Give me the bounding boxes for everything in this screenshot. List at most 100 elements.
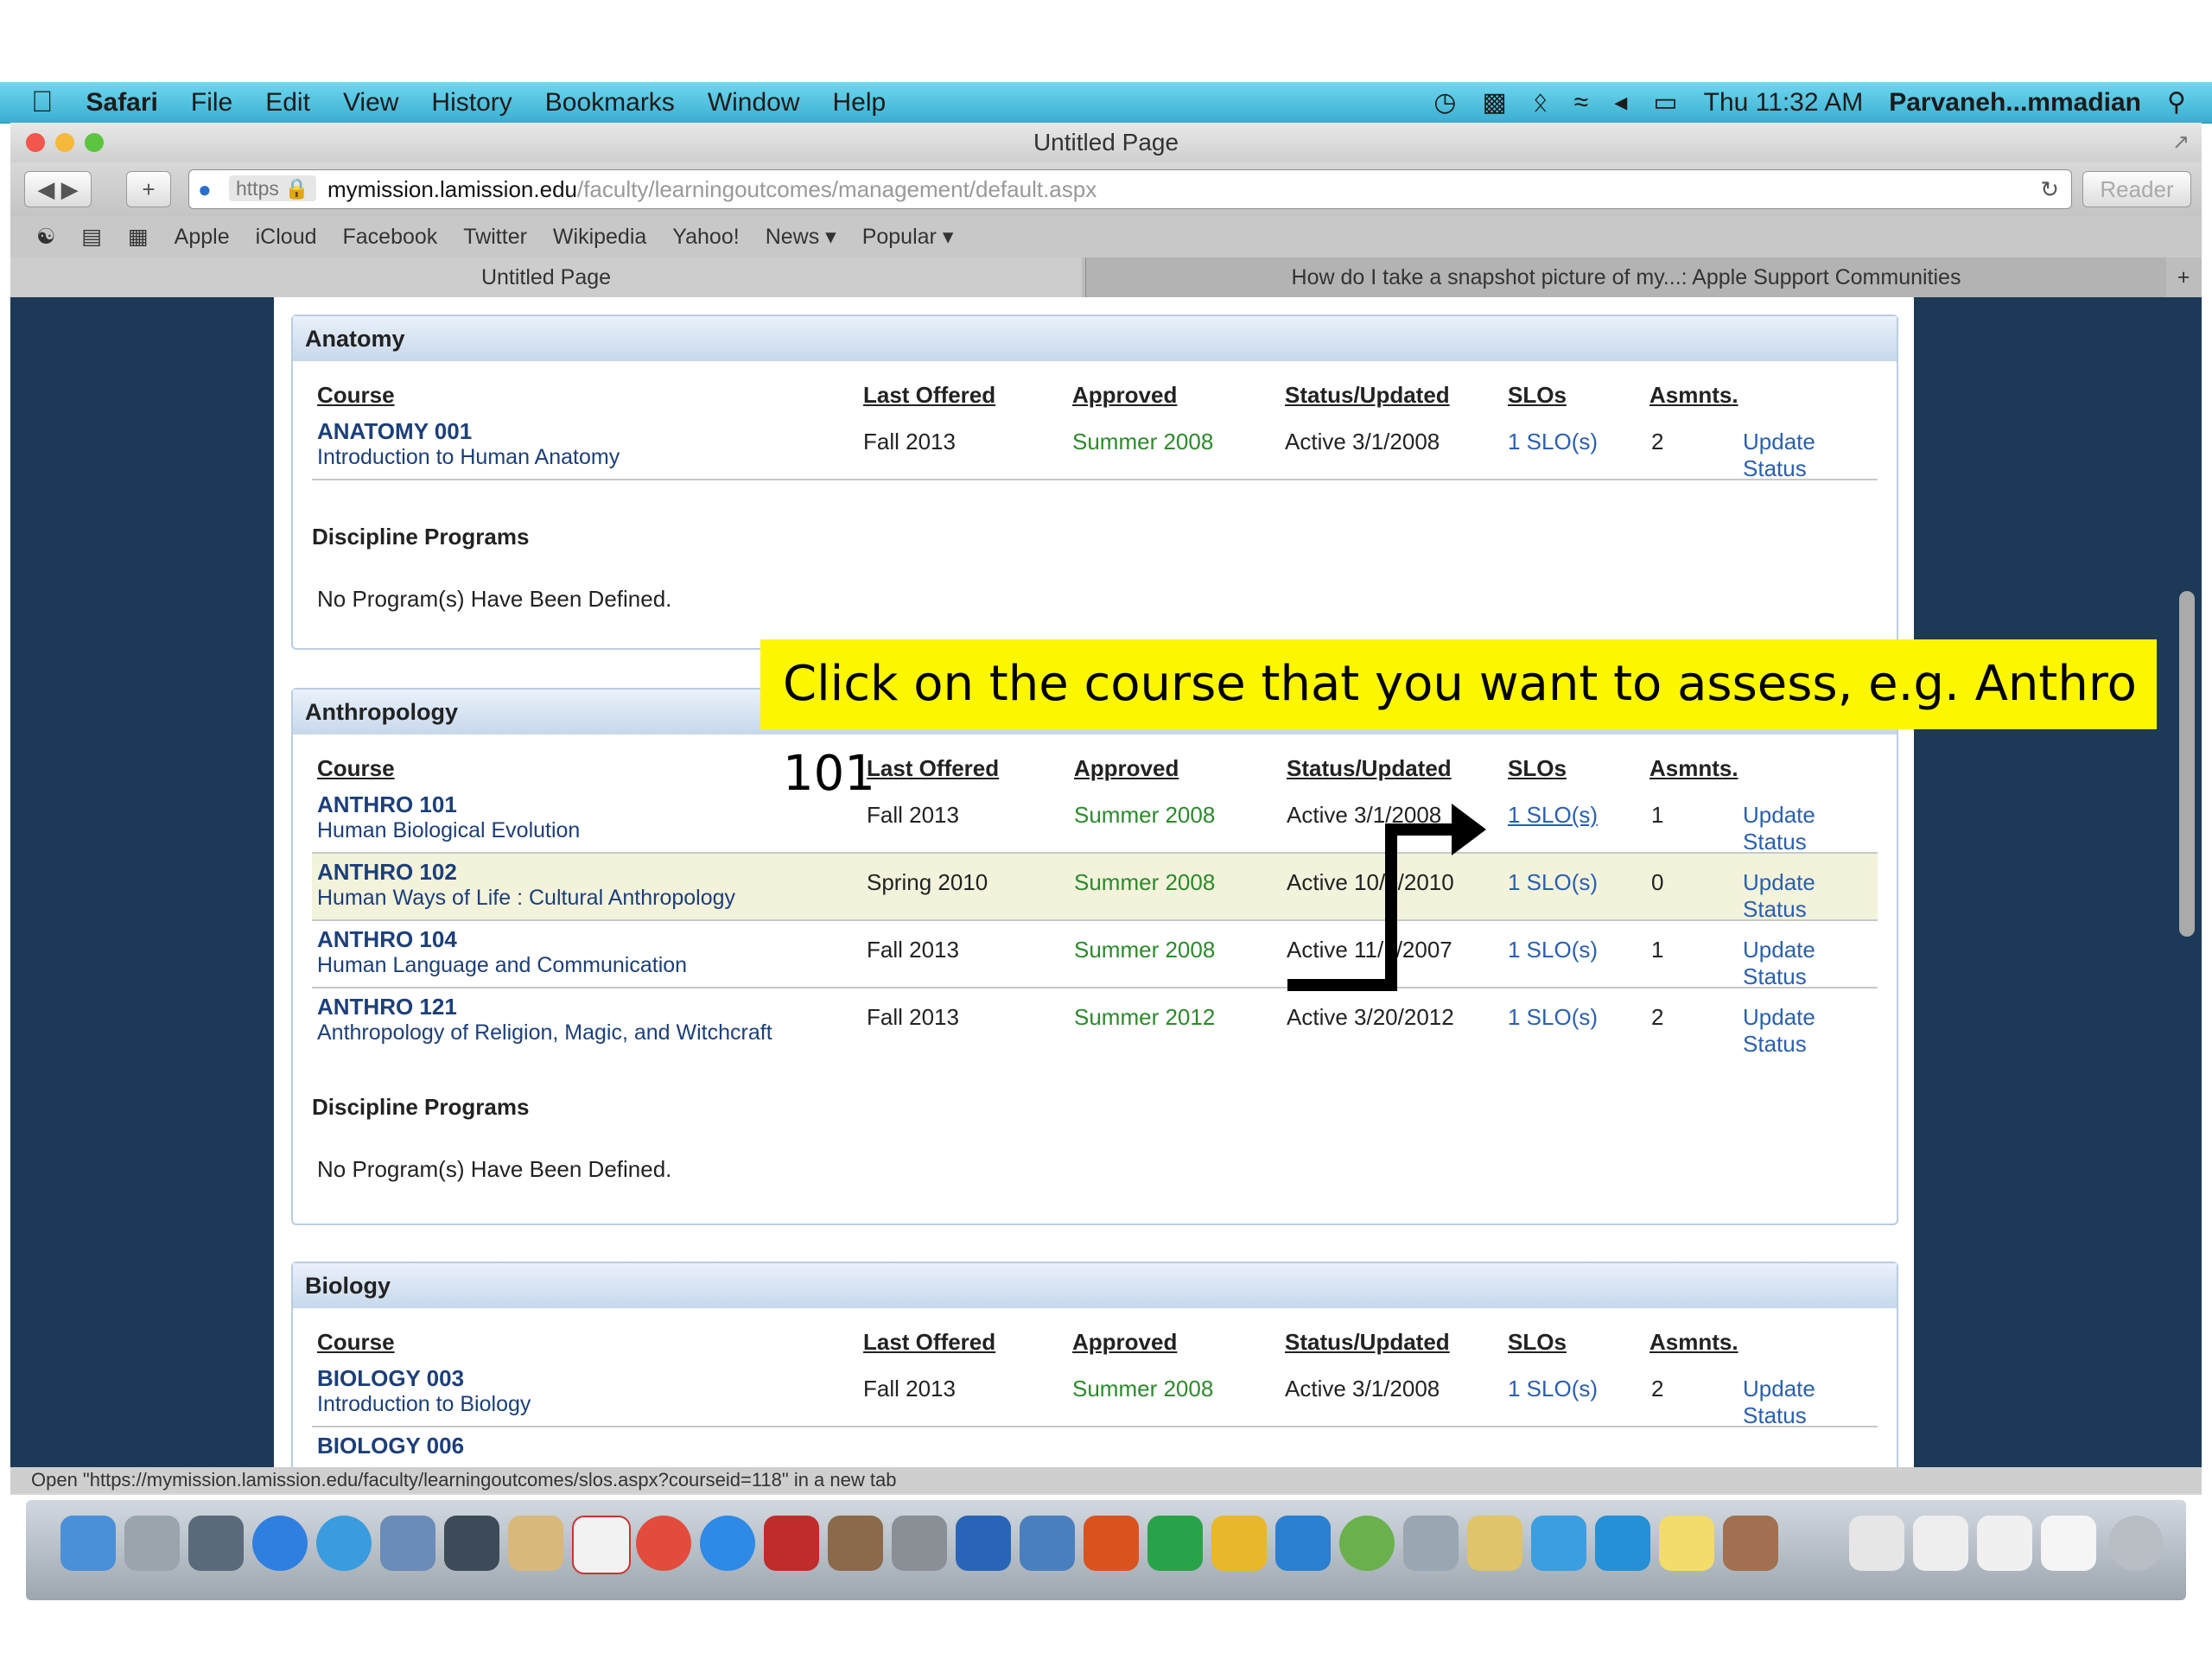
mail-icon[interactable] <box>380 1516 435 1571</box>
documents-stack-icon[interactable] <box>1913 1516 1968 1571</box>
calendar-icon[interactable] <box>572 1516 631 1574</box>
display-icon[interactable]: ▩ <box>1482 87 1506 118</box>
imovie-icon[interactable] <box>1467 1516 1522 1571</box>
slos-link[interactable]: 1 SLO(s) <box>1508 937 1598 963</box>
messenger-icon[interactable] <box>1531 1516 1586 1571</box>
preview-icon[interactable] <box>1403 1516 1459 1571</box>
communicator-icon[interactable] <box>1275 1516 1331 1571</box>
photo-booth-icon[interactable] <box>764 1516 819 1571</box>
finder-icon[interactable] <box>60 1516 116 1571</box>
menu-file[interactable]: File <box>191 88 232 118</box>
close-button[interactable] <box>26 133 45 152</box>
bluetooth-icon[interactable]: ᛟ <box>1533 88 1548 118</box>
col-asmnts[interactable]: Asmnts. <box>1649 1329 1738 1356</box>
menu-help[interactable]: Help <box>833 88 887 118</box>
safari-icon[interactable] <box>316 1516 372 1571</box>
col-asmnts[interactable]: Asmnts. <box>1649 755 1738 782</box>
col-asmnts[interactable]: Asmnts. <box>1649 382 1738 409</box>
downloads-stack-icon[interactable] <box>1977 1516 2032 1571</box>
tab-apple-support[interactable]: How do I take a snapshot picture of my..… <box>1085 257 2166 297</box>
reload-icon[interactable]: ↻ <box>2040 170 2059 208</box>
excel-icon[interactable] <box>1147 1516 1203 1571</box>
iphoto-icon[interactable] <box>828 1516 883 1571</box>
itunes-icon[interactable] <box>700 1516 755 1571</box>
bookmark-popular[interactable]: Popular ▾ <box>862 224 954 250</box>
reader-button[interactable]: Reader <box>2082 171 2191 207</box>
menu-user[interactable]: Parvaneh...mmadian <box>1889 88 2141 118</box>
course-code-link[interactable]: ANTHRO 104 <box>317 926 687 953</box>
menu-view[interactable]: View <box>343 88 398 118</box>
back-forward-buttons[interactable]: ◀ ▶ <box>24 171 92 207</box>
course-code-link[interactable]: ANATOMY 001 <box>317 418 620 445</box>
col-course[interactable]: Course <box>317 755 395 782</box>
bookmark-twitter[interactable]: Twitter <box>463 225 527 250</box>
screenshot-stack-icon[interactable] <box>2041 1516 2096 1571</box>
menu-history[interactable]: History <box>431 88 512 118</box>
col-last-offered[interactable]: Last Offered <box>863 382 995 409</box>
slos-link[interactable]: 1 SLO(s) <box>1508 1004 1598 1031</box>
update-status-link[interactable]: Update Status <box>1743 429 1878 482</box>
col-approved[interactable]: Approved <box>1074 755 1179 782</box>
menu-clock[interactable]: Thu 11:32 AM <box>1704 88 1864 118</box>
reading-list-icon[interactable]: ☯ <box>36 224 55 250</box>
col-slos[interactable]: SLOs <box>1508 1329 1567 1356</box>
slos-link[interactable]: 1 SLO(s) <box>1508 869 1598 896</box>
lync-icon[interactable] <box>1595 1516 1650 1571</box>
bookmark-news[interactable]: News ▾ <box>766 224 836 250</box>
tab-untitled-page[interactable]: Untitled Page <box>10 257 1082 297</box>
wifi-icon[interactable]: ≈ <box>1574 88 1588 118</box>
trash-icon[interactable] <box>2108 1516 2164 1571</box>
col-course[interactable]: Course <box>317 382 395 409</box>
outlook-icon[interactable] <box>1211 1516 1267 1571</box>
bookmark-apple[interactable]: Apple <box>175 225 230 250</box>
course-code-link[interactable]: ANTHRO 101 <box>317 791 580 818</box>
menu-edit[interactable]: Edit <box>265 88 310 118</box>
bookmark-wikipedia[interactable]: Wikipedia <box>553 225 646 250</box>
course-code-link[interactable]: BIOLOGY 003 <box>317 1365 531 1392</box>
document-icon[interactable] <box>1849 1516 1904 1571</box>
col-slos[interactable]: SLOs <box>1508 382 1567 409</box>
bookmarks-icon[interactable]: ▤ <box>81 224 102 250</box>
minimize-button[interactable] <box>55 133 74 152</box>
mission-control-icon[interactable] <box>188 1516 244 1571</box>
col-last-offered[interactable]: Last Offered <box>863 1329 995 1356</box>
menu-window[interactable]: Window <box>708 88 800 118</box>
apple-menu-icon[interactable]:  <box>31 86 54 119</box>
update-status-link[interactable]: Update Status <box>1743 802 1878 855</box>
update-status-link[interactable]: Update Status <box>1743 1004 1878 1058</box>
course-code-link[interactable]: ANTHRO 121 <box>317 994 772 1020</box>
bookmark-yahoo[interactable]: Yahoo! <box>672 225 739 250</box>
col-status[interactable]: Status/Updated <box>1285 1329 1450 1356</box>
zoom-button[interactable] <box>85 133 104 152</box>
battery-icon[interactable]: ▭ <box>1653 87 1677 118</box>
update-status-link[interactable]: Update Status <box>1743 869 1878 923</box>
menu-bookmarks[interactable]: Bookmarks <box>545 88 675 118</box>
word-icon[interactable] <box>956 1516 1011 1571</box>
col-course[interactable]: Course <box>317 1329 395 1356</box>
stickies-icon[interactable] <box>1659 1516 1714 1571</box>
volume-icon[interactable]: ◂ <box>1614 87 1627 118</box>
course-code-link[interactable]: ANTHRO 102 <box>317 859 735 886</box>
launchpad-icon[interactable] <box>124 1516 180 1571</box>
slos-link[interactable]: 1 SLO(s) <box>1508 802 1598 829</box>
time-machine-icon[interactable]: ◷ <box>1433 87 1456 118</box>
col-status[interactable]: Status/Updated <box>1285 382 1450 409</box>
top-sites-icon[interactable]: ▦ <box>128 224 149 250</box>
menu-app-name[interactable]: Safari <box>86 88 158 118</box>
slos-link[interactable]: 1 SLO(s) <box>1508 429 1598 455</box>
slos-link[interactable]: 1 SLO(s) <box>1508 1376 1598 1402</box>
chrome-icon[interactable] <box>636 1516 691 1571</box>
bookmark-facebook[interactable]: Facebook <box>343 225 438 250</box>
remote-desktop-icon[interactable] <box>1339 1516 1395 1571</box>
contacts-icon[interactable] <box>508 1516 563 1571</box>
add-tab-icon[interactable]: + <box>2165 257 2202 297</box>
new-tab-button[interactable]: + <box>126 171 171 207</box>
col-approved[interactable]: Approved <box>1072 382 1177 409</box>
spotlight-icon[interactable]: ⚲ <box>2167 87 2186 118</box>
facetime-icon[interactable] <box>444 1516 499 1571</box>
powerpoint-icon[interactable] <box>1084 1516 1139 1571</box>
photos-icon[interactable] <box>1723 1516 1778 1571</box>
col-slos[interactable]: SLOs <box>1508 755 1567 782</box>
course-code-link[interactable]: BIOLOGY 006 <box>317 1433 464 1459</box>
fullscreen-icon[interactable]: ↗ <box>2172 123 2190 162</box>
